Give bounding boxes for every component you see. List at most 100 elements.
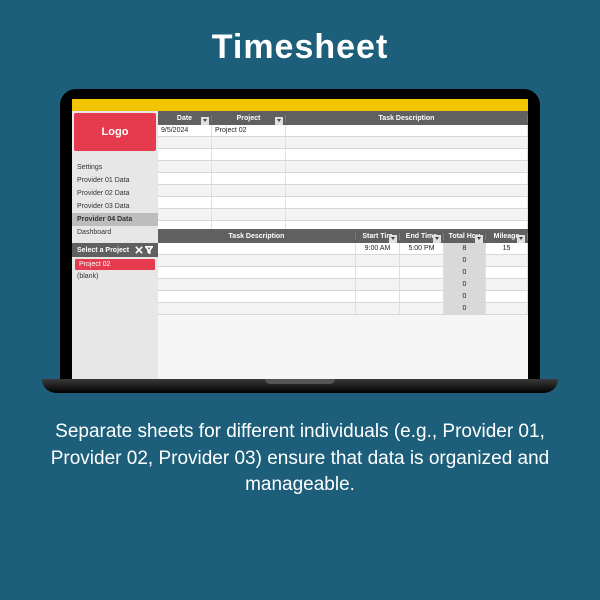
table-row[interactable]: 0 (158, 279, 528, 291)
cell-hours[interactable]: 0 (444, 303, 486, 314)
cell-date[interactable] (158, 173, 212, 184)
cell-miles[interactable]: 15 (486, 243, 528, 254)
cell-hours[interactable]: 0 (444, 279, 486, 290)
cell-hours[interactable]: 8 (444, 243, 486, 254)
cell-desc[interactable] (286, 137, 528, 148)
cell-desc[interactable] (286, 221, 528, 229)
project-filter-header[interactable]: Select a Project (72, 243, 158, 257)
sidebar-item-provider-02-data[interactable]: Provider 02 Data (72, 187, 158, 200)
table-row[interactable]: 0 (158, 267, 528, 279)
cell-project[interactable] (212, 221, 286, 229)
app-screen: Logo SettingsProvider 01 DataProvider 02… (72, 99, 528, 379)
cell-project[interactable] (212, 173, 286, 184)
table-row[interactable] (158, 185, 528, 197)
clear-filter-icon[interactable] (135, 246, 143, 254)
cell-desc[interactable] (158, 279, 356, 290)
table-row[interactable] (158, 137, 528, 149)
cell-date[interactable] (158, 185, 212, 196)
table-row[interactable] (158, 161, 528, 173)
col-end-time[interactable]: End Time (400, 233, 444, 240)
cell-date[interactable] (158, 149, 212, 160)
table-row[interactable] (158, 149, 528, 161)
project-option-selected[interactable]: Project 02 (75, 259, 155, 270)
col-mileage[interactable]: Mileage (486, 233, 528, 240)
dropdown-icon[interactable] (201, 117, 209, 125)
cell-date[interactable] (158, 221, 212, 229)
cell-project[interactable] (212, 209, 286, 220)
cell-project[interactable]: Project 02 (212, 125, 286, 136)
cell-desc[interactable] (158, 243, 356, 254)
project-option-blank[interactable]: (blank) (77, 273, 153, 280)
sidebar-item-dashboard[interactable]: Dashboard (72, 226, 158, 239)
cell-desc[interactable] (286, 185, 528, 196)
cell-start[interactable] (356, 303, 400, 314)
table-row[interactable]: 0 (158, 255, 528, 267)
cell-desc[interactable] (158, 303, 356, 314)
col-start-time[interactable]: Start Tim (356, 233, 400, 240)
cell-hours[interactable]: 0 (444, 267, 486, 278)
cell-project[interactable] (212, 149, 286, 160)
cell-desc[interactable] (286, 149, 528, 160)
cell-hours[interactable]: 0 (444, 255, 486, 266)
cell-project[interactable] (212, 197, 286, 208)
cell-start[interactable]: 9:00 AM (356, 243, 400, 254)
cell-desc[interactable] (286, 125, 528, 136)
cell-end[interactable] (400, 267, 444, 278)
table-row[interactable]: 9/5/2024Project 02 (158, 125, 528, 137)
cell-miles[interactable] (486, 255, 528, 266)
dropdown-icon[interactable] (475, 235, 483, 243)
cell-end[interactable] (400, 303, 444, 314)
cell-end[interactable] (400, 279, 444, 290)
sidebar-item-provider-01-data[interactable]: Provider 01 Data (72, 174, 158, 187)
dropdown-icon[interactable] (275, 117, 283, 125)
table-row[interactable]: 0 (158, 303, 528, 315)
cell-desc[interactable] (158, 291, 356, 302)
col-project[interactable]: Project (212, 115, 286, 122)
cell-desc[interactable] (286, 197, 528, 208)
col-task-description[interactable]: Task Description (286, 115, 528, 122)
cell-desc[interactable] (158, 255, 356, 266)
cell-desc[interactable] (286, 209, 528, 220)
cell-desc[interactable] (286, 173, 528, 184)
dropdown-icon[interactable] (433, 235, 441, 243)
cell-desc[interactable] (286, 161, 528, 172)
sidebar-item-provider-04-data[interactable]: Provider 04 Data (72, 213, 158, 226)
cell-desc[interactable] (158, 267, 356, 278)
table-row[interactable] (158, 197, 528, 209)
col-task-description-2[interactable]: Task Description (158, 233, 356, 240)
cell-miles[interactable] (486, 291, 528, 302)
cell-date[interactable]: 9/5/2024 (158, 125, 212, 136)
cell-hours[interactable]: 0 (444, 291, 486, 302)
cell-start[interactable] (356, 255, 400, 266)
dropdown-icon[interactable] (517, 235, 525, 243)
filter-icon[interactable] (145, 246, 153, 254)
cell-date[interactable] (158, 197, 212, 208)
col-total-hours[interactable]: Total Hou (444, 233, 486, 240)
cell-miles[interactable] (486, 279, 528, 290)
table2-header: Task Description Start Tim End Time Tota… (158, 229, 528, 243)
table-row[interactable]: 0 (158, 291, 528, 303)
table2-body: 9:00 AM5:00 PM81500000 (158, 243, 528, 379)
cell-end[interactable] (400, 255, 444, 266)
table-row[interactable]: 9:00 AM5:00 PM815 (158, 243, 528, 255)
cell-miles[interactable] (486, 267, 528, 278)
cell-end[interactable]: 5:00 PM (400, 243, 444, 254)
cell-project[interactable] (212, 185, 286, 196)
cell-date[interactable] (158, 137, 212, 148)
table-row[interactable] (158, 221, 528, 229)
col-date[interactable]: Date (158, 115, 212, 122)
cell-project[interactable] (212, 161, 286, 172)
cell-miles[interactable] (486, 303, 528, 314)
sidebar-item-provider-03-data[interactable]: Provider 03 Data (72, 200, 158, 213)
table-row[interactable] (158, 209, 528, 221)
dropdown-icon[interactable] (389, 235, 397, 243)
cell-date[interactable] (158, 209, 212, 220)
cell-start[interactable] (356, 267, 400, 278)
cell-start[interactable] (356, 279, 400, 290)
table-row[interactable] (158, 173, 528, 185)
sidebar-item-settings[interactable]: Settings (72, 161, 158, 174)
cell-end[interactable] (400, 291, 444, 302)
cell-project[interactable] (212, 137, 286, 148)
cell-date[interactable] (158, 161, 212, 172)
cell-start[interactable] (356, 291, 400, 302)
